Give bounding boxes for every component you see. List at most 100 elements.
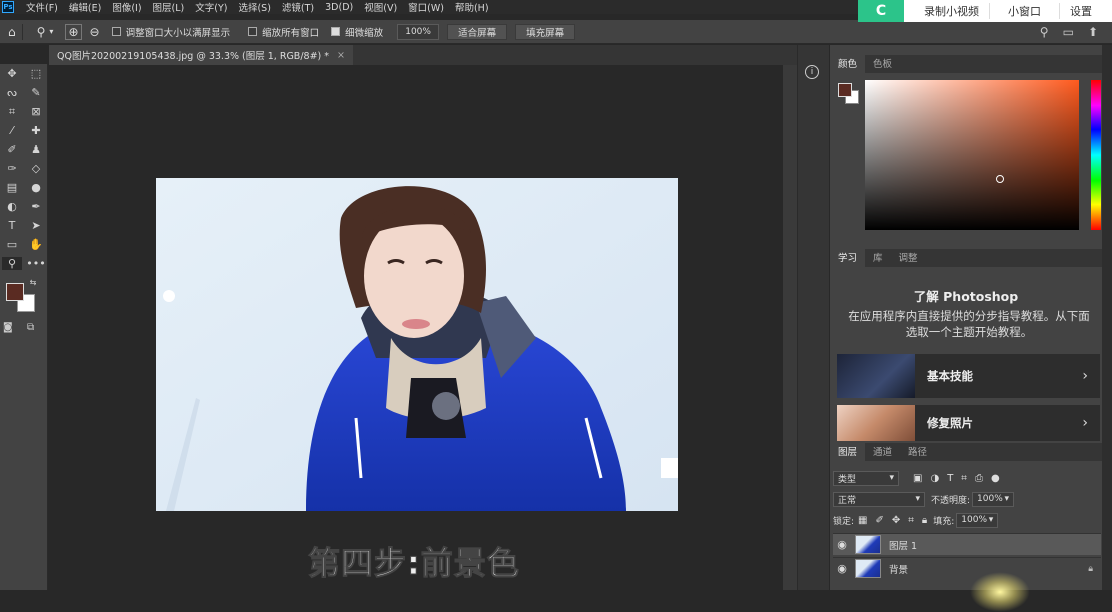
checkbox-box[interactable] xyxy=(248,27,258,36)
color-picker-field[interactable] xyxy=(865,80,1079,230)
tab-swatches[interactable]: 色板 xyxy=(865,53,900,73)
menu-type[interactable]: 文字(Y) xyxy=(195,0,227,14)
lock-all-icon[interactable]: 🔒︎ xyxy=(922,515,927,526)
search-icon[interactable]: ⚲ xyxy=(1040,25,1049,39)
color-panel-foreground-swatch[interactable] xyxy=(838,83,852,97)
menu-file[interactable]: 文件(F) xyxy=(26,0,58,14)
zoom-out-icon[interactable]: ⊖ xyxy=(90,25,100,39)
fit-screen-button[interactable]: 适合屏幕 xyxy=(447,23,508,40)
eye-icon[interactable]: ◉ xyxy=(833,538,851,551)
zoom-all-windows-checkbox[interactable]: 缩放所有窗口 xyxy=(248,25,319,39)
menu-select[interactable]: 选择(S) xyxy=(238,0,270,14)
record-video-button[interactable]: 录制小视频 xyxy=(914,3,990,19)
checkbox-label: 细微缩放 xyxy=(345,27,384,39)
workspace-icon[interactable]: ▭ xyxy=(1063,25,1074,39)
quick-select-tool-icon[interactable]: ✎ xyxy=(26,86,46,99)
blend-mode-select[interactable]: 正常 ▾ xyxy=(833,491,925,507)
fill-field[interactable]: 100% ▾ xyxy=(956,512,999,528)
lock-transparent-icon[interactable]: ▦ xyxy=(858,515,867,526)
brush-tool-icon[interactable]: ✐ xyxy=(2,143,22,156)
type-tool-icon[interactable]: T xyxy=(2,219,22,232)
filter-toggle-icon[interactable]: ● xyxy=(991,473,1000,484)
blur-tool-icon[interactable]: ● xyxy=(26,181,46,194)
layer-filter-select[interactable]: 类型 ▾ xyxy=(833,470,899,486)
frame-tool-icon[interactable]: ⊠ xyxy=(26,105,46,118)
marquee-tool-icon[interactable]: ⬚ xyxy=(26,67,46,80)
path-select-tool-icon[interactable]: ➤ xyxy=(26,219,46,232)
layer-row-layer1[interactable]: ◉ 图层 1 xyxy=(833,533,1101,555)
shape-filter-icon[interactable]: ⌗ xyxy=(961,473,967,484)
canvas-scrollbar[interactable] xyxy=(783,65,797,590)
eyedropper-tool-icon[interactable]: ⁄ xyxy=(2,124,22,137)
tab-paths[interactable]: 路径 xyxy=(900,441,935,461)
chevron-down-icon[interactable]: ▾ xyxy=(49,27,53,36)
hue-slider[interactable] xyxy=(1091,80,1101,230)
stamp-tool-icon[interactable]: ♟ xyxy=(26,143,46,156)
recorder-logo-icon: C xyxy=(858,0,904,22)
crop-tool-icon[interactable]: ⌗ xyxy=(2,105,22,119)
dodge-tool-icon[interactable]: ◐ xyxy=(2,200,22,213)
menu-help[interactable]: 帮助(H) xyxy=(455,0,489,14)
lock-paint-icon[interactable]: ✐ xyxy=(876,515,884,526)
document-image[interactable] xyxy=(156,178,678,511)
more-tools-icon[interactable]: ••• xyxy=(26,257,46,270)
move-tool-icon[interactable]: ✥ xyxy=(2,67,22,80)
hand-tool-icon[interactable]: ✋ xyxy=(26,238,46,251)
tab-libraries[interactable]: 库 xyxy=(865,247,891,267)
layer-row-background[interactable]: ◉ 背景 🔒︎ xyxy=(833,557,1101,579)
settings-button[interactable]: 设置 xyxy=(1060,3,1102,19)
close-icon[interactable]: × xyxy=(337,50,345,61)
share-icon[interactable]: ⬆ xyxy=(1088,25,1098,39)
tab-adjustments[interactable]: 调整 xyxy=(891,247,926,267)
zoom-in-icon[interactable]: ⊕ xyxy=(65,23,82,40)
menu-edit[interactable]: 编辑(E) xyxy=(69,0,101,14)
menu-view[interactable]: 视图(V) xyxy=(364,0,397,14)
learn-card-basic-skills[interactable]: 基本技能 › xyxy=(837,354,1100,398)
menu-window[interactable]: 窗口(W) xyxy=(408,0,444,14)
opacity-field[interactable]: 100% ▾ xyxy=(972,491,1015,507)
zoom-value-field[interactable]: 100% xyxy=(397,23,440,40)
checkbox-box[interactable] xyxy=(331,27,341,36)
pen-tool-icon[interactable]: ✒ xyxy=(26,200,46,213)
mini-window-button[interactable]: 小窗口 xyxy=(990,3,1060,19)
gradient-tool-icon[interactable]: ▤ xyxy=(2,181,22,194)
menu-layer[interactable]: 图层(L) xyxy=(153,0,185,14)
lock-position-icon[interactable]: ✥ xyxy=(892,515,900,526)
checkbox-box[interactable] xyxy=(111,27,121,36)
rectangle-tool-icon[interactable]: ▭ xyxy=(2,238,22,251)
quick-mask-icon[interactable]: ◙ xyxy=(3,322,13,333)
lasso-tool-icon[interactable]: ᔓ xyxy=(2,86,22,99)
menu-image[interactable]: 图像(I) xyxy=(112,0,141,14)
foreground-color-swatch[interactable] xyxy=(6,283,24,301)
learn-card-fix-photo[interactable]: 修复照片 › xyxy=(837,405,1100,441)
tab-learn[interactable]: 学习 xyxy=(830,247,866,267)
adjustment-filter-icon[interactable]: ◑ xyxy=(930,473,939,484)
menu-filter[interactable]: 滤镜(T) xyxy=(282,0,314,14)
zoom-tool-icon[interactable]: ⚲ xyxy=(37,25,46,39)
lock-artboard-icon[interactable]: ⌗ xyxy=(908,515,914,526)
smart-object-filter-icon[interactable]: ⎙ xyxy=(975,473,983,484)
panels-scrollbar[interactable] xyxy=(1102,45,1112,590)
tab-channels[interactable]: 通道 xyxy=(865,441,900,461)
menu-3d[interactable]: 3D(D) xyxy=(325,2,353,13)
eraser-tool-icon[interactable]: ◇ xyxy=(26,162,46,175)
color-picker-cursor[interactable] xyxy=(996,175,1004,183)
learn-panel-tabs: 学习 库 调整 xyxy=(830,247,1102,267)
document-tab[interactable]: QQ图片20200219105438.jpg @ 33.3% (图层 1, RG… xyxy=(49,45,353,65)
pixel-filter-icon[interactable]: ▣ xyxy=(913,473,922,484)
home-icon[interactable]: ⌂ xyxy=(8,25,16,39)
fill-label: 填充: xyxy=(933,516,955,527)
resize-windows-checkbox[interactable]: 调整窗口大小以满屏显示 xyxy=(111,25,230,39)
info-icon[interactable]: i xyxy=(805,65,819,79)
tab-layers[interactable]: 图层 xyxy=(830,441,866,461)
type-filter-icon[interactable]: T xyxy=(947,473,953,484)
fill-screen-button[interactable]: 填充屏幕 xyxy=(515,23,576,40)
healing-brush-tool-icon[interactable]: ✚ xyxy=(26,124,46,137)
scrubby-zoom-checkbox[interactable]: 细微缩放 xyxy=(331,25,383,39)
screen-mode-icon[interactable]: ⧉ xyxy=(27,322,34,333)
zoom-tool-icon[interactable]: ⚲ xyxy=(2,257,22,270)
history-brush-tool-icon[interactable]: ✑ xyxy=(2,162,22,175)
photoshop-logo-icon[interactable]: Ps xyxy=(2,1,14,13)
tab-color[interactable]: 颜色 xyxy=(830,53,866,73)
eye-icon[interactable]: ◉ xyxy=(833,562,851,575)
